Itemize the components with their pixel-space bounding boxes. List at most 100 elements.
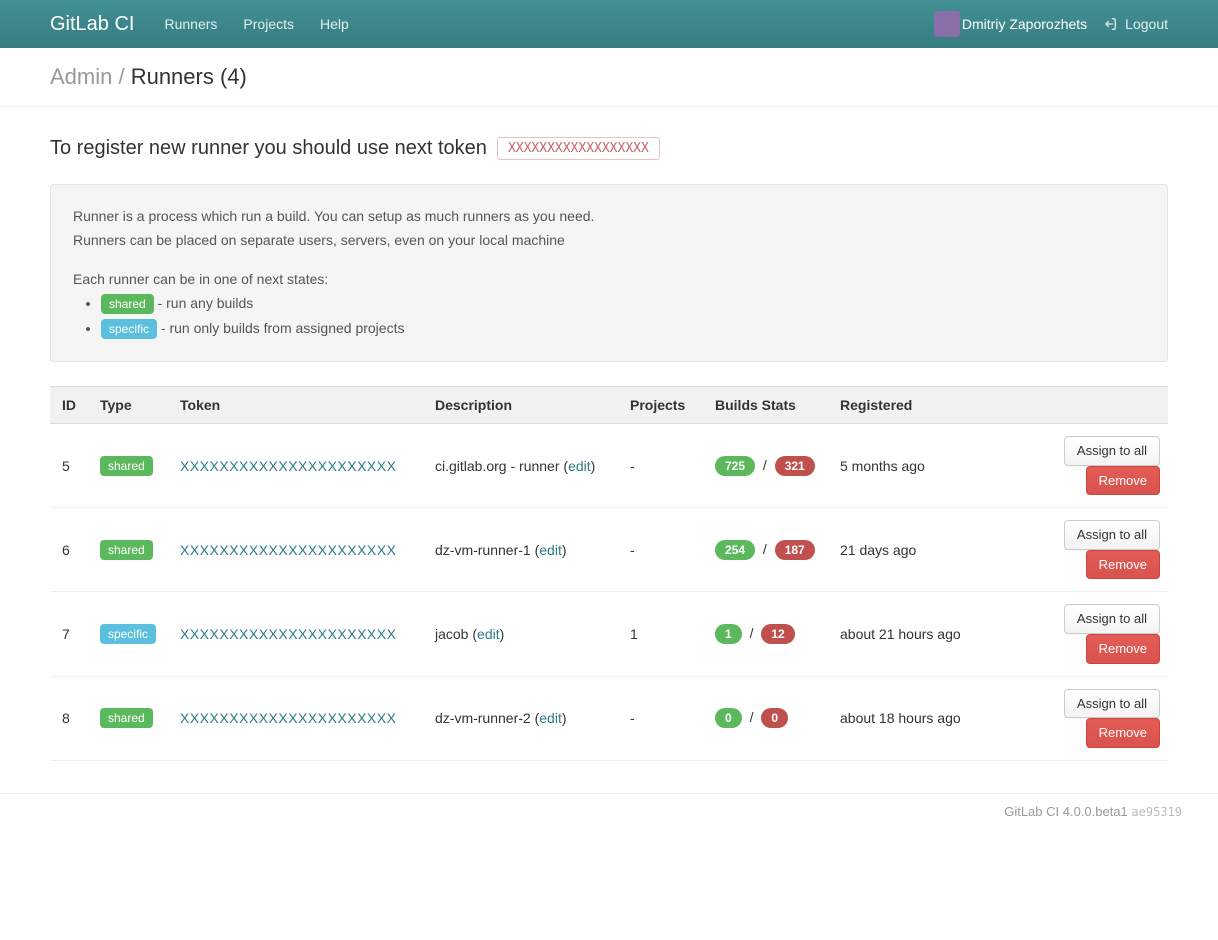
logout-icon <box>1103 17 1117 31</box>
cell-id: 5 <box>50 423 92 507</box>
edit-link[interactable]: edit <box>477 626 500 642</box>
stats-ok: 1 <box>715 624 742 644</box>
logout-link[interactable]: Logout <box>1103 16 1168 32</box>
cell-registered: about 18 hours ago <box>832 676 988 760</box>
user-name: Dmitriy Zaporozhets <box>962 16 1087 32</box>
assign-button[interactable]: Assign to all <box>1064 436 1160 466</box>
breadcrumb: Admin / Runners (4) <box>50 64 1168 90</box>
navbar: GitLab CI Runners Projects Help Dmitriy … <box>0 0 1218 48</box>
specific-badge: specific <box>101 319 157 339</box>
stats-fail: 321 <box>775 456 815 476</box>
remove-button[interactable]: Remove <box>1086 718 1160 748</box>
table-row: 6 shared XXXXXXXXXXXXXXXXXXXXXX dz-vm-runne… <box>50 508 1168 592</box>
page-title: Runners (4) <box>131 64 247 89</box>
cell-description: jacob (edit) <box>427 592 622 676</box>
stats-ok: 0 <box>715 708 742 728</box>
col-projects: Projects <box>622 386 707 423</box>
assign-button[interactable]: Assign to all <box>1064 604 1160 634</box>
nav-link-projects[interactable]: Projects <box>243 16 294 32</box>
info-well: Runner is a process which run a build. Y… <box>50 184 1168 362</box>
specific-desc: - run only builds from assigned projects <box>157 320 404 336</box>
stats-ok: 725 <box>715 456 755 476</box>
well-line2: Runners can be placed on separate users,… <box>73 229 1145 251</box>
desc-text: jacob <box>435 626 468 642</box>
logout-label: Logout <box>1125 16 1168 32</box>
cell-description: ci.gitlab.org - runner (edit) <box>427 423 622 507</box>
cell-stats: 725 / 321 <box>707 423 832 507</box>
cell-type: specific <box>92 592 172 676</box>
breadcrumb-sep: / <box>112 64 130 89</box>
shared-desc: - run any builds <box>154 295 254 311</box>
cell-actions: Assign to allRemove <box>988 508 1168 592</box>
cell-registered: about 21 hours ago <box>832 592 988 676</box>
token-link[interactable]: XXXXXXXXXXXXXXXXXXXXXX <box>180 626 396 642</box>
cell-registered: 21 days ago <box>832 508 988 592</box>
type-badge: specific <box>100 624 156 644</box>
breadcrumb-admin[interactable]: Admin <box>50 64 112 89</box>
remove-button[interactable]: Remove <box>1086 466 1160 496</box>
token-link[interactable]: XXXXXXXXXXXXXXXXXXXXXX <box>180 710 396 726</box>
remove-button[interactable]: Remove <box>1086 550 1160 580</box>
col-token: Token <box>172 386 427 423</box>
col-stats: Builds Stats <box>707 386 832 423</box>
cell-stats: 1 / 12 <box>707 592 832 676</box>
cell-token: XXXXXXXXXXXXXXXXXXXXXX <box>172 592 427 676</box>
cell-registered: 5 months ago <box>832 423 988 507</box>
cell-token: XXXXXXXXXXXXXXXXXXXXXX <box>172 676 427 760</box>
footer-sha: ae95319 <box>1131 805 1182 819</box>
cell-projects: 1 <box>622 592 707 676</box>
cell-actions: Assign to allRemove <box>988 592 1168 676</box>
token-link[interactable]: XXXXXXXXXXXXXXXXXXXXXX <box>180 458 396 474</box>
stats-sep: / <box>746 709 758 725</box>
cell-stats: 0 / 0 <box>707 676 832 760</box>
cell-actions: Assign to allRemove <box>988 676 1168 760</box>
runners-table: ID Type Token Description Projects Build… <box>50 386 1168 761</box>
edit-link[interactable]: edit <box>568 458 591 474</box>
table-row: 8sharedXXXXXXXXXXXXXXXXXXXXXXdz-vm-runne… <box>50 676 1168 760</box>
stats-sep: / <box>759 457 771 473</box>
stats-fail: 12 <box>761 624 794 644</box>
cell-type: shared <box>92 423 172 507</box>
desc-text: ci.gitlab.org - runner <box>435 458 560 474</box>
assign-button[interactable]: Assign to all <box>1064 689 1160 719</box>
nav-link-runners[interactable]: Runners <box>164 16 217 32</box>
cell-id: 6 <box>50 508 92 592</box>
nav-left: Runners Projects Help <box>164 16 348 32</box>
edit-link[interactable]: edit <box>539 710 562 726</box>
table-row: 5 shared XXXXXXXXXXXXXXXXXXXXXX ci.gitlab.o… <box>50 423 1168 507</box>
state-specific: specific - run only builds from assigned… <box>101 317 1145 339</box>
cell-id: 7 <box>50 592 92 676</box>
stats-sep: / <box>759 541 771 557</box>
col-id: ID <box>50 386 92 423</box>
cell-stats: 254 / 187 <box>707 508 832 592</box>
well-line1: Runner is a process which run a build. Y… <box>73 205 1145 227</box>
col-actions <box>988 386 1168 423</box>
brand[interactable]: GitLab CI <box>50 13 134 36</box>
state-shared: shared - run any builds <box>101 292 1145 314</box>
intro: To register new runner you should use ne… <box>50 137 1168 160</box>
footer: GitLab CI 4.0.0.beta1 ae95319 <box>0 793 1218 829</box>
edit-link[interactable]: edit <box>539 542 562 558</box>
remove-button[interactable]: Remove <box>1086 634 1160 664</box>
stats-fail: 187 <box>775 540 815 560</box>
cell-projects: - <box>622 676 707 760</box>
content: To register new runner you should use ne… <box>0 107 1218 761</box>
stats-fail: 0 <box>761 708 788 728</box>
desc-text: dz-vm-runner-2 <box>435 710 531 726</box>
type-badge: shared <box>100 540 153 560</box>
desc-text: dz-vm-runner-1 <box>435 542 531 558</box>
col-type: Type <box>92 386 172 423</box>
type-badge: shared <box>100 456 153 476</box>
page-header: Admin / Runners (4) <box>0 48 1218 107</box>
cell-description: dz-vm-runner-2 (edit) <box>427 676 622 760</box>
user-menu[interactable]: Dmitriy Zaporozhets <box>934 11 1087 37</box>
cell-type: shared <box>92 676 172 760</box>
cell-type: shared <box>92 508 172 592</box>
col-description: Description <box>427 386 622 423</box>
footer-version: GitLab CI 4.0.0.beta1 <box>1004 804 1128 819</box>
col-registered: Registered <box>832 386 988 423</box>
cell-token: XXXXXXXXXXXXXXXXXXXXXX <box>172 508 427 592</box>
nav-link-help[interactable]: Help <box>320 16 349 32</box>
assign-button[interactable]: Assign to all <box>1064 520 1160 550</box>
token-link[interactable]: XXXXXXXXXXXXXXXXXXXXXX <box>180 542 396 558</box>
